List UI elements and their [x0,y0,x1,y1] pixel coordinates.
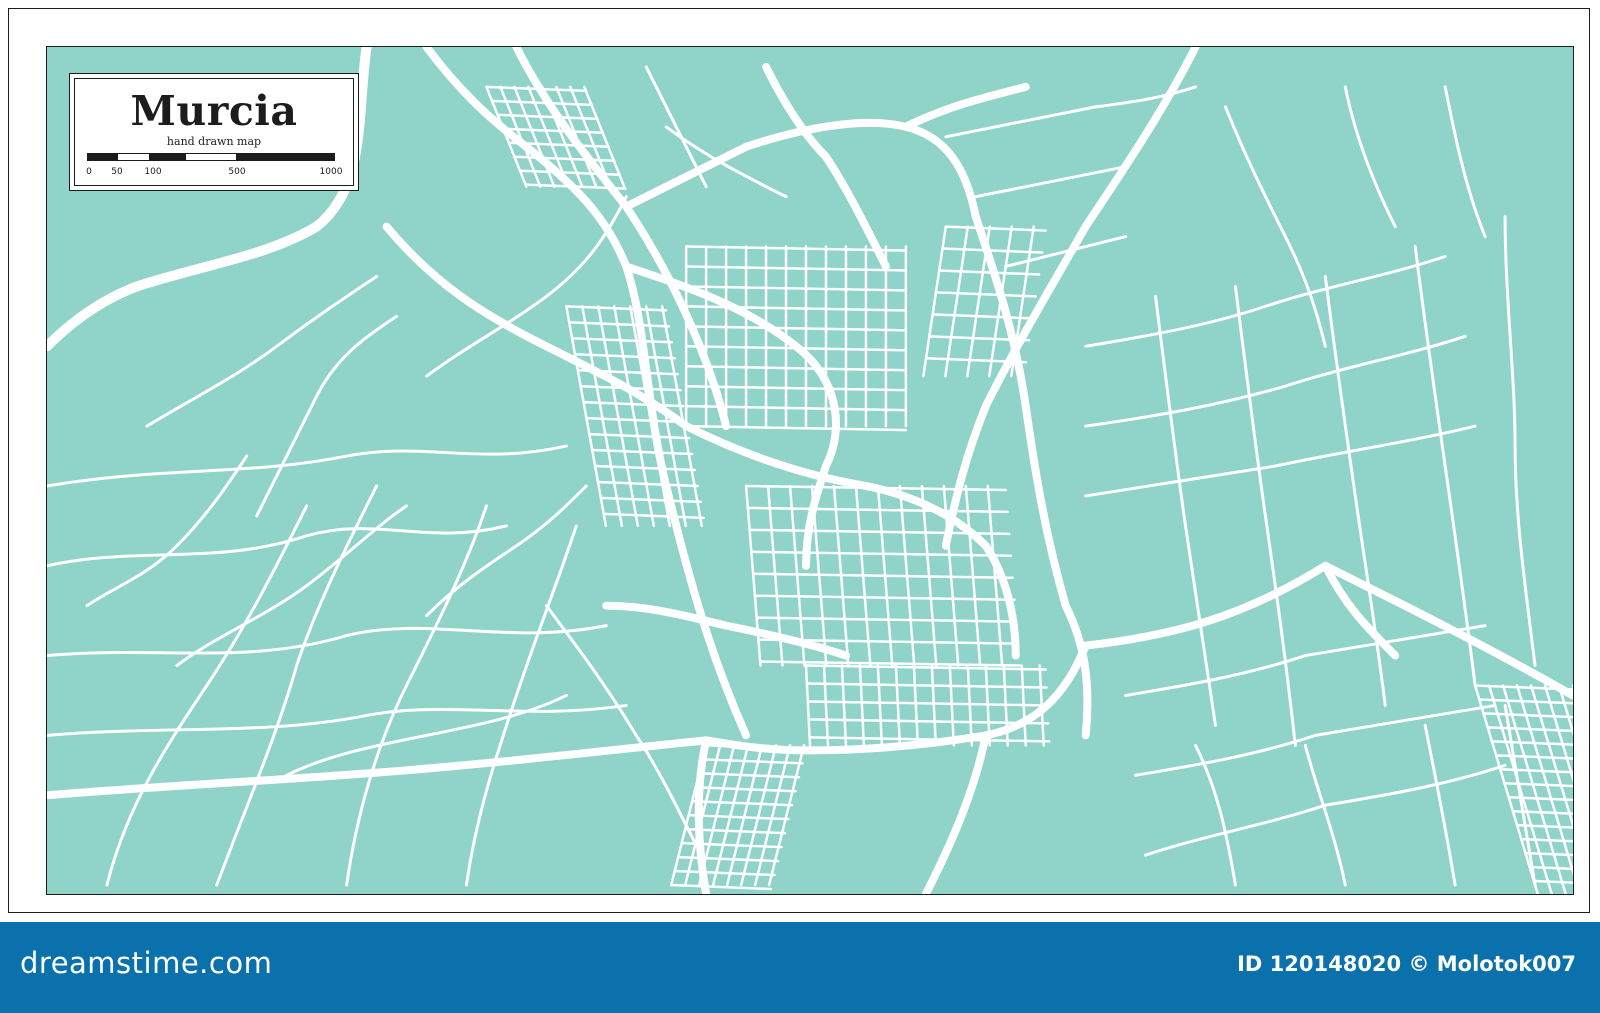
map-subtitle: hand drawn map [166,135,262,148]
scale-segment [149,154,187,160]
scale-segment [186,154,236,160]
footer-bar: dreamstime.com ID 120148020 © Molotok007 [0,922,1600,1013]
scale-label: 100 [144,167,162,177]
scale-label: 0 [86,167,92,177]
scale-bar [87,153,335,161]
map-title-box: Murcia hand drawn map 0 50 100 500 1000 [69,73,359,191]
scale-label: 50 [111,167,123,177]
scale-segment [235,154,334,160]
map-title: Murcia [130,87,298,135]
scale-label: 1000 [319,167,343,177]
scale-segment [117,154,150,160]
scale-segment [88,154,118,160]
title-box-inner-border: Murcia hand drawn map 0 50 100 500 1000 [74,78,354,186]
scale-label: 500 [228,167,246,177]
map-frame: Murcia hand drawn map 0 50 100 500 1000 [8,8,1590,913]
brand-name[interactable]: dreamstime.com [20,946,272,980]
image-id-credit: ID 120148020 © Molotok007 [1237,952,1576,976]
